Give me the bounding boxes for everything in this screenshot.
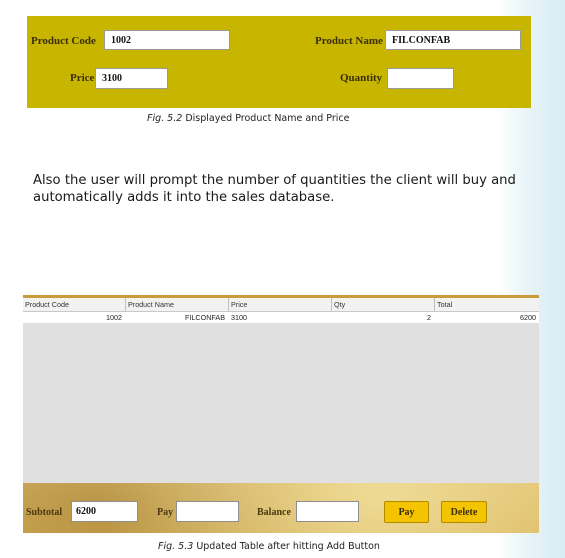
price-field[interactable]: 3100 [95, 68, 168, 89]
figure-caption-5-2: Fig. 5.2 Displayed Product Name and Pric… [147, 113, 349, 124]
balance-label: Balance [257, 507, 291, 518]
column-header[interactable]: Total [435, 298, 539, 311]
price-label: Price [70, 72, 95, 84]
cell-product-code: 1002 [106, 313, 122, 322]
subtotal-label: Subtotal [26, 507, 63, 518]
pay-field[interactable] [176, 501, 239, 522]
pay-label: Pay [157, 507, 174, 518]
body-paragraph: Also the user will prompt the number of … [33, 173, 516, 205]
product-code-field[interactable]: 1002 [104, 30, 230, 50]
cell-product-name: FILCONFAB [185, 313, 225, 322]
product-name-field[interactable]: FILCONFAB [385, 30, 521, 50]
subtotal-field[interactable]: 6200 [71, 501, 138, 522]
column-header[interactable]: Product Name [126, 298, 229, 311]
cell-total: 6200 [520, 313, 536, 322]
caption-text: Displayed Product Name and Price [182, 113, 350, 124]
column-header[interactable]: Price [229, 298, 332, 311]
quantity-label: Quantity [340, 72, 383, 84]
product-name-label: Product Name [315, 35, 383, 47]
quantity-field[interactable] [387, 68, 454, 89]
column-header[interactable]: Qty [332, 298, 435, 311]
pay-button[interactable]: Pay [384, 501, 429, 523]
table-row[interactable]: 1002 FILCONFAB 3100 2 6200 [23, 312, 539, 323]
sales-table[interactable] [23, 298, 539, 483]
figure-caption-5-3: Fig. 5.3 Updated Table after hitting Add… [158, 541, 380, 552]
cell-price: 3100 [231, 313, 247, 322]
figure-number: Fig. 5.3 [158, 541, 194, 552]
column-header[interactable]: Product Code [23, 298, 126, 311]
caption-text: Updated Table after hitting Add Button [193, 541, 380, 552]
cell-qty: 2 [427, 313, 431, 322]
delete-button[interactable]: Delete [441, 501, 487, 523]
table-header: Product Code Product Name Price Qty Tota… [23, 298, 539, 312]
product-code-label: Product Code [31, 35, 96, 47]
balance-field[interactable] [296, 501, 359, 522]
figure-number: Fig. 5.2 [147, 113, 183, 124]
